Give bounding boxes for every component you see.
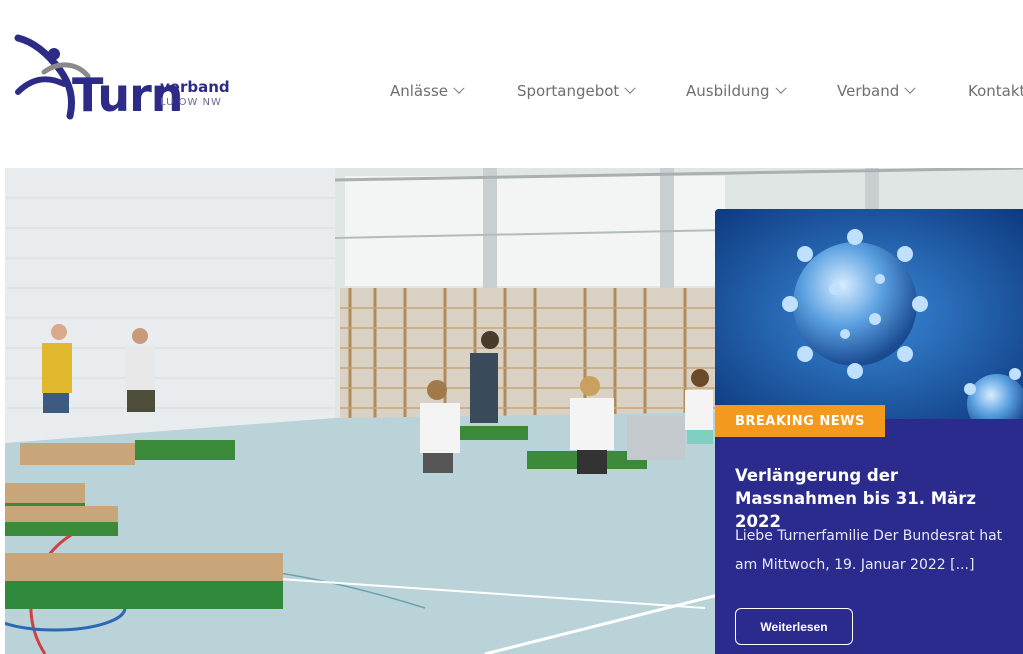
chevron-down-icon	[453, 82, 465, 94]
logo-region: LU OW NW	[160, 97, 222, 108]
logo-verband: verband	[160, 78, 230, 96]
nav-item-label: Kontakt	[968, 82, 1023, 100]
nav-item-label: Sportangebot	[517, 82, 620, 100]
nav-item-label: Ausbildung	[686, 82, 770, 100]
nav-item-kontakt[interactable]: Kontakt	[968, 82, 1023, 100]
nav-item-ausbildung[interactable]: Ausbildung	[686, 82, 787, 100]
nav-item-anlaesse[interactable]: Anlässe	[390, 82, 465, 100]
chevron-down-icon	[904, 82, 916, 94]
nav-item-label: Anlässe	[390, 82, 448, 100]
news-excerpt: Liebe Turnerfamilie Der Bundesrat hat am…	[735, 528, 1003, 573]
breaking-news-card: BREAKING NEWS Verlängerung der Massnahme…	[715, 209, 1023, 654]
breaking-news-badge: BREAKING NEWS	[715, 405, 885, 437]
chevron-down-icon	[624, 82, 636, 94]
read-more-button[interactable]: Weiterlesen	[735, 608, 853, 645]
virus-image	[715, 209, 1023, 419]
nav-item-sportangebot[interactable]: Sportangebot	[517, 82, 636, 100]
nav-item-verband[interactable]: Verband	[837, 82, 916, 100]
site-header: Turn verband LU OW NW Anlässe Sportangeb…	[0, 0, 1023, 168]
logo[interactable]: Turn verband LU OW NW	[14, 32, 234, 124]
chevron-down-icon	[774, 82, 787, 94]
nav-item-label: Verband	[837, 82, 900, 100]
